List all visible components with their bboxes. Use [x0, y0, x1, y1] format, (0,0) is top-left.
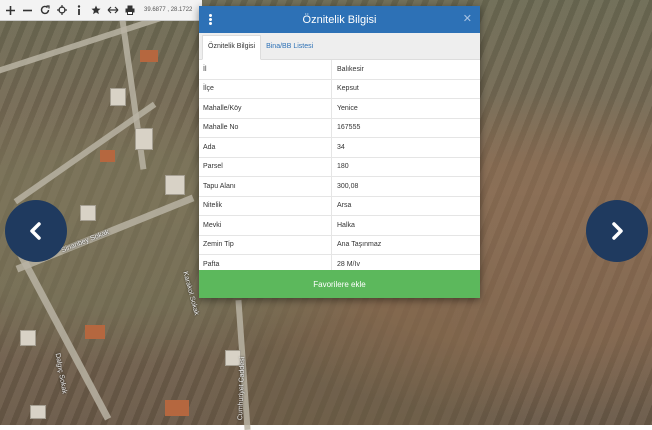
zoom-out-button[interactable]: [19, 0, 36, 20]
map-toolbar: 39.6877 , 28.1722: [0, 0, 202, 21]
close-icon[interactable]: ✕: [463, 12, 472, 25]
favorite-button[interactable]: [87, 0, 104, 20]
attribute-key: Parsel: [199, 157, 332, 177]
previous-button[interactable]: [5, 200, 67, 262]
road-label: Dalgıç Sokak: [53, 352, 68, 395]
refresh-button[interactable]: [36, 0, 53, 20]
attribute-key: İl: [199, 60, 332, 80]
building: [135, 128, 153, 150]
building: [20, 330, 36, 346]
building: [165, 175, 185, 195]
table-row: Mahalle/Köy Yenice: [199, 98, 480, 119]
table-row: İlçe Kepsut: [199, 79, 480, 99]
attribute-key: İlçe: [199, 79, 332, 99]
building: [100, 150, 115, 162]
road-label: Sinanbey Sokak: [60, 228, 111, 255]
table-row: Zemin Tip Ana Taşınmaz: [199, 235, 480, 255]
zoom-in-button[interactable]: [2, 0, 19, 20]
attribute-value: Balıkesir: [331, 60, 480, 80]
building: [165, 400, 189, 416]
table-row: Ada 34: [199, 137, 480, 158]
arrows-horizontal-icon: [107, 6, 118, 14]
table-row: Parsel 180: [199, 157, 480, 177]
dialog-tabs: Öznitelik Bilgisi Bina/BB Listesi: [199, 33, 480, 60]
tab-building-list[interactable]: Bina/BB Listesi: [261, 36, 318, 59]
attribute-key: Mevki: [199, 215, 332, 236]
attribute-value: Kepsut: [331, 79, 480, 99]
attribute-value: Arsa: [331, 196, 480, 216]
tab-attribute-info[interactable]: Öznitelik Bilgisi: [202, 35, 262, 60]
refresh-icon: [40, 5, 50, 15]
attribute-dialog: Öznitelik Bilgisi ✕ Öznitelik Bilgisi Bi…: [199, 6, 480, 298]
attribute-value: 180: [331, 157, 480, 177]
table-row: Mahalle No 167555: [199, 118, 480, 138]
add-to-favorites-button[interactable]: Favorilere ekle: [199, 270, 480, 298]
minus-icon: [23, 9, 32, 11]
dialog-header: Öznitelik Bilgisi ✕: [199, 6, 480, 33]
attribute-key: Tapu Alanı: [199, 176, 332, 197]
attribute-value: 167555: [331, 118, 480, 138]
building: [110, 88, 126, 106]
table-row: İl Balıkesir: [199, 60, 480, 80]
building: [140, 50, 158, 62]
attribute-value: Ana Taşınmaz: [331, 235, 480, 255]
coordinate-readout: 39.6877 , 28.1722: [144, 7, 193, 13]
attribute-key: Zemin Tip: [199, 235, 332, 255]
attribute-key: Nitelik: [199, 196, 332, 216]
table-row: Tapu Alanı 300,08: [199, 176, 480, 197]
print-button[interactable]: [121, 0, 138, 20]
info-icon: [77, 5, 80, 15]
locate-button[interactable]: [53, 0, 70, 20]
building: [80, 205, 96, 221]
building: [85, 325, 105, 339]
attribute-table: İl Balıkesir İlçe Kepsut Mahalle/Köy Yenice Ma…: [199, 60, 480, 275]
attribute-key: Mahalle No: [199, 118, 332, 138]
attribute-value: Yenice: [331, 98, 480, 119]
table-row: Nitelik Arsa: [199, 196, 480, 216]
kebab-menu-icon[interactable]: [208, 13, 213, 27]
next-button[interactable]: [586, 200, 648, 262]
attribute-value: 34: [331, 137, 480, 158]
plus-icon: [6, 5, 15, 15]
dialog-title: Öznitelik Bilgisi: [302, 13, 377, 26]
attribute-key: Mahalle/Köy: [199, 98, 332, 119]
crosshair-icon: [56, 5, 67, 15]
star-icon: [91, 5, 100, 15]
chevron-right-icon: [612, 222, 623, 240]
table-row: Mevki Halka: [199, 215, 480, 236]
printer-icon: [125, 5, 134, 15]
chevron-left-icon: [30, 222, 41, 240]
measure-button[interactable]: [104, 0, 121, 20]
building: [30, 405, 46, 419]
attribute-value: Halka: [331, 215, 480, 236]
attribute-value: 300,08: [331, 176, 480, 197]
attribute-key: Ada: [199, 137, 332, 158]
info-button[interactable]: [70, 0, 87, 20]
road-label: Karakol Sokak: [181, 270, 200, 317]
